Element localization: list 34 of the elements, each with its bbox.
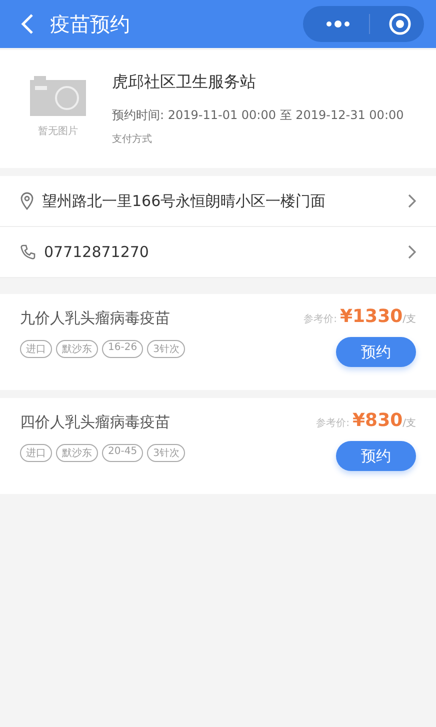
location-pin-icon xyxy=(20,192,34,210)
back-icon[interactable] xyxy=(20,13,34,35)
price-value: ¥1330 xyxy=(340,306,403,327)
tag: 默沙东 xyxy=(56,444,98,462)
vaccine-name: 九价人乳头瘤病毒疫苗 xyxy=(20,309,171,328)
price-unit: /支 xyxy=(402,312,416,326)
chevron-right-icon xyxy=(408,194,416,208)
page-title: 疫苗预约 xyxy=(50,10,131,38)
chevron-right-icon xyxy=(408,245,416,259)
appointment-time: 预约时间: 2019-11-01 00:00 至 2019-12-31 00:00 xyxy=(112,107,404,124)
camera-icon xyxy=(30,76,86,116)
contact-text: 07712871270 xyxy=(44,243,150,261)
phone-icon xyxy=(20,244,36,260)
payment-method: 支付方式 xyxy=(112,132,153,146)
price-value: ¥830 xyxy=(352,410,403,431)
tag: 3针次 xyxy=(147,340,186,358)
tag: 进口 xyxy=(20,340,52,358)
contact-row[interactable]: 望州路北一里166号永恒朗晴小区一楼门面 xyxy=(0,176,436,227)
price-unit: /支 xyxy=(402,416,416,430)
tag: 默沙东 xyxy=(56,340,98,358)
more-icon[interactable] xyxy=(325,20,351,28)
tag: 16-26 xyxy=(102,340,144,358)
price-label: 参考价: xyxy=(304,312,337,326)
contact-text: 望州路北一里166号永恒朗晴小区一楼门面 xyxy=(42,192,327,210)
contact-row[interactable]: 07712871270 xyxy=(0,227,436,278)
clinic-name: 虎邱社区卫生服务站 xyxy=(112,72,257,93)
image-caption: 暂无图片 xyxy=(38,124,78,138)
book-button[interactable]: 预约 xyxy=(336,441,416,471)
vaccine-name: 四价人乳头瘤病毒疫苗 xyxy=(20,413,171,432)
tag: 20-45 xyxy=(102,444,144,462)
tag: 进口 xyxy=(20,444,52,462)
book-button[interactable]: 预约 xyxy=(336,337,416,367)
price-label: 参考价: xyxy=(316,416,350,430)
tag: 3针次 xyxy=(147,444,186,462)
